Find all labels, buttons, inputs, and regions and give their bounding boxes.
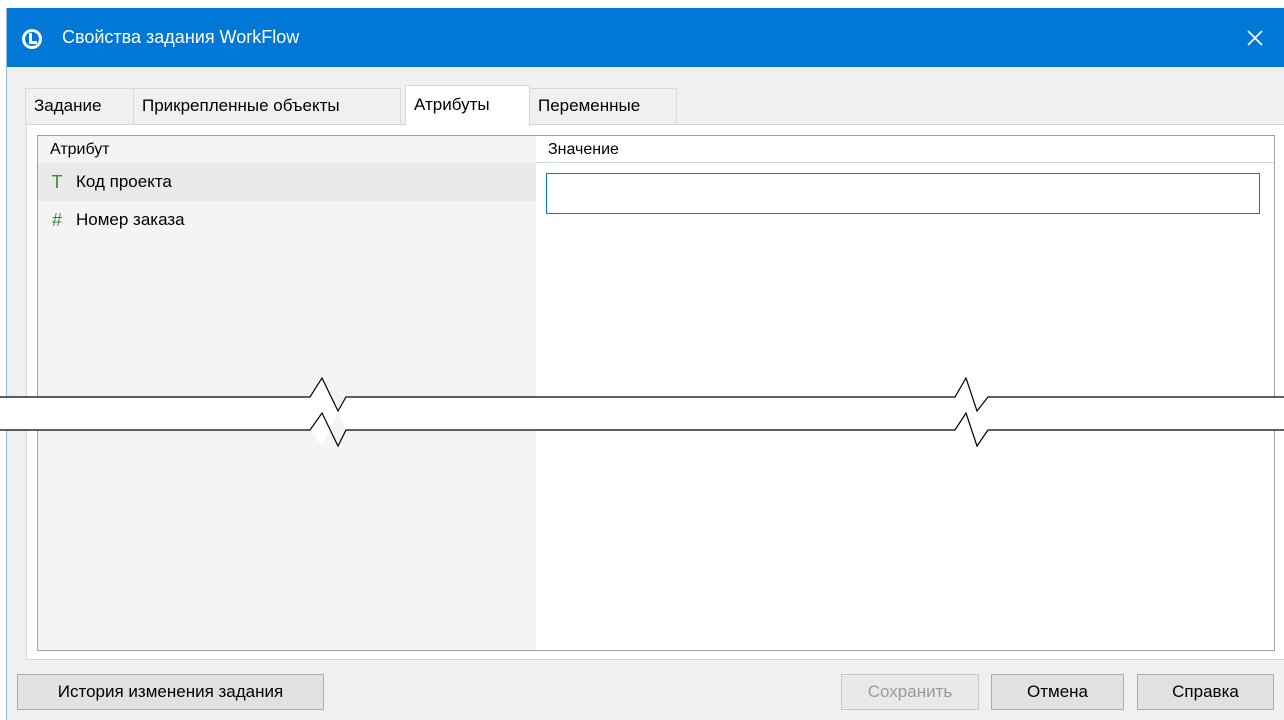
cancel-button[interactable]: Отмена	[991, 674, 1124, 710]
tab-task[interactable]: Задание	[25, 88, 134, 124]
attribute-name: Номер заказа	[76, 210, 185, 229]
title-bar: Свойства задания WorkFlow	[7, 8, 1284, 67]
text-type-icon: T	[51, 171, 63, 192]
close-icon	[1247, 29, 1263, 46]
screenshot-break-marker	[0, 376, 1284, 448]
window-title: Свойства задания WorkFlow	[62, 27, 300, 47]
close-button[interactable]	[1225, 8, 1284, 67]
column-header-value[interactable]: Значение	[536, 136, 1274, 163]
tab-attached-objects[interactable]: Прикрепленные объекты	[133, 88, 401, 124]
attribute-row[interactable]: T Код проекта	[38, 163, 536, 201]
task-history-button[interactable]: История изменения задания	[17, 674, 324, 710]
dialog-window: Свойства задания WorkFlow Задание Прикре…	[6, 8, 1284, 720]
attribute-row[interactable]: # Номер заказа	[38, 201, 536, 239]
tab-attributes[interactable]: Атрибуты	[405, 85, 530, 126]
help-button[interactable]: Справка	[1137, 674, 1274, 710]
column-header-attribute[interactable]: Атрибут	[38, 136, 536, 163]
attribute-name: Код проекта	[76, 172, 172, 191]
save-button[interactable]: Сохранить	[841, 674, 979, 710]
workflow-app-icon	[22, 29, 42, 49]
number-type-icon: #	[51, 209, 62, 230]
attribute-value-input[interactable]	[546, 173, 1260, 214]
tab-variables[interactable]: Переменные	[529, 88, 677, 124]
